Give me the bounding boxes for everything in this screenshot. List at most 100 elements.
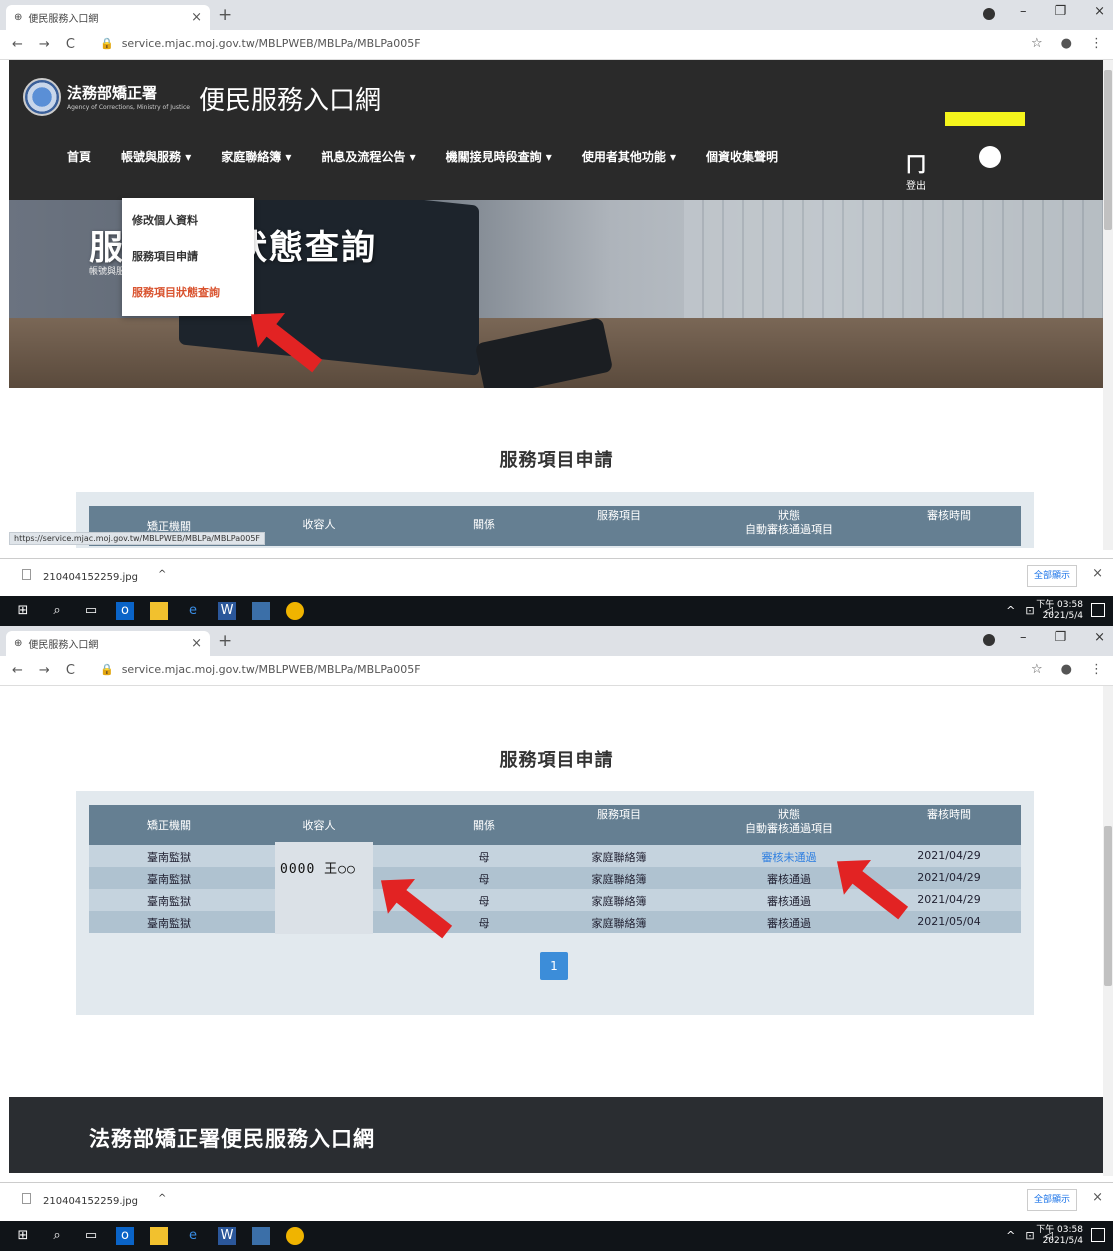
- site-footer: 法務部矯正署便民服務入口網: [9, 1097, 1104, 1173]
- td-review-time: 2021/05/04: [917, 915, 981, 928]
- browser-tab[interactable]: ⊕ 便民服務入口網 ×: [6, 5, 210, 30]
- close-window-icon[interactable]: ×: [1094, 4, 1105, 19]
- minimize-icon[interactable]: –: [1020, 630, 1027, 645]
- star-icon[interactable]: ☆: [1031, 36, 1043, 51]
- reload-icon[interactable]: C: [66, 663, 75, 678]
- menu-announcements[interactable]: 訊息及流程公告 ▾: [321, 148, 415, 165]
- scroll-thumb[interactable]: [1104, 70, 1112, 230]
- pagination-page-1[interactable]: 1: [540, 952, 568, 980]
- menu-visit-schedule[interactable]: 機關接見時段查詢 ▾: [446, 148, 552, 165]
- dropdown-service-apply[interactable]: 服務項目申請: [132, 248, 244, 284]
- menu-home[interactable]: 首頁: [67, 148, 91, 165]
- download-item[interactable]: 210404152259.jpg ^: [22, 569, 166, 583]
- profile-icon[interactable]: [983, 634, 995, 646]
- menu-account-services[interactable]: 帳號與服務 ▾: [121, 148, 191, 165]
- td-status-link[interactable]: 審核未通過: [729, 849, 849, 865]
- show-all-button[interactable]: 全部顯示: [1027, 1189, 1077, 1211]
- edge-icon[interactable]: e: [184, 1227, 202, 1245]
- notification-icon[interactable]: [1091, 603, 1105, 617]
- address-bar: ← → C 🔒 service.mjac.moj.gov.tw/MBLPWEB/M…: [0, 656, 1113, 686]
- close-download-bar-icon[interactable]: ×: [1092, 566, 1103, 581]
- photos-icon[interactable]: [252, 602, 270, 620]
- close-window-icon[interactable]: ×: [1094, 630, 1105, 645]
- td-status: 審核通過: [767, 917, 811, 930]
- restore-icon[interactable]: ❐: [1054, 4, 1066, 19]
- td-agency: 臺南監獄: [147, 917, 191, 930]
- scroll-thumb[interactable]: [1104, 826, 1112, 986]
- th-service: 服務項目: [597, 509, 641, 522]
- menu-dots-icon[interactable]: ⋮: [1090, 662, 1103, 677]
- windows-start-icon[interactable]: ⊞: [14, 602, 32, 620]
- td-review-time: 2021/04/29: [917, 893, 981, 906]
- td-service: 家庭聯絡簿: [591, 895, 647, 908]
- restore-icon[interactable]: ❐: [1054, 630, 1066, 645]
- close-icon[interactable]: ×: [191, 10, 202, 25]
- back-icon[interactable]: ←: [12, 37, 23, 52]
- account-icon[interactable]: ●: [1061, 662, 1072, 677]
- chevron-up-tray-icon[interactable]: ^: [1006, 1229, 1015, 1242]
- search-icon[interactable]: ⌕: [48, 1227, 66, 1245]
- url-field[interactable]: 🔒 service.mjac.moj.gov.tw/MBLPWEB/MBLPa/M…: [100, 663, 421, 676]
- show-all-button[interactable]: 全部顯示: [1027, 565, 1077, 587]
- chrome-icon[interactable]: [286, 1227, 304, 1245]
- page-scrollbar[interactable]: [1103, 686, 1113, 1176]
- window-controls: – ❐ ×: [1020, 4, 1105, 19]
- download-filename: 210404152259.jpg: [43, 572, 138, 583]
- clock[interactable]: 下午 03:58 2021/5/4: [1036, 600, 1083, 623]
- profile-icon[interactable]: [983, 8, 995, 20]
- file-explorer-icon[interactable]: [150, 602, 168, 620]
- star-icon[interactable]: ☆: [1031, 662, 1043, 677]
- menu-dots-icon[interactable]: ⋮: [1090, 36, 1103, 51]
- windows-start-icon[interactable]: ⊞: [14, 1227, 32, 1245]
- photos-icon[interactable]: [252, 1227, 270, 1245]
- clock[interactable]: 下午 03:58 2021/5/4: [1036, 1225, 1083, 1248]
- receiver-value: 0000 王○○: [280, 862, 356, 877]
- menu-user-functions[interactable]: 使用者其他功能 ▾: [582, 148, 676, 165]
- dropdown-service-status[interactable]: 服務項目狀態查詢: [132, 284, 244, 320]
- menu-family-contact[interactable]: 家庭聯絡簿 ▾: [221, 148, 291, 165]
- outlook-icon[interactable]: o: [116, 1227, 134, 1245]
- receiver-redaction: [275, 842, 373, 934]
- network-icon[interactable]: ⊡: [1025, 604, 1034, 617]
- network-icon[interactable]: ⊡: [1025, 1229, 1034, 1242]
- td-agency: 臺南監獄: [147, 851, 191, 864]
- chrome-icon[interactable]: [286, 602, 304, 620]
- file-explorer-icon[interactable]: [150, 1227, 168, 1245]
- account-icon[interactable]: ●: [1061, 36, 1072, 51]
- th-status-label: 狀態: [778, 509, 800, 522]
- chevron-up-icon[interactable]: ^: [158, 569, 166, 583]
- outlook-icon[interactable]: o: [116, 602, 134, 620]
- url-field[interactable]: 🔒 service.mjac.moj.gov.tw/MBLPWEB/MBLPa/M…: [100, 37, 421, 50]
- minimize-icon[interactable]: –: [1020, 4, 1027, 19]
- browser-tab[interactable]: ⊕ 便民服務入口網 ×: [6, 631, 210, 656]
- new-tab-icon[interactable]: +: [218, 631, 232, 651]
- user-button[interactable]: [979, 146, 1001, 168]
- chevron-up-icon[interactable]: ^: [158, 1193, 166, 1207]
- forward-icon[interactable]: →: [39, 663, 50, 678]
- logout-button[interactable]: 冂 登出: [906, 148, 926, 192]
- task-view-icon[interactable]: ▭: [82, 1227, 100, 1245]
- portal-title[interactable]: 便民服務入口網: [199, 80, 381, 117]
- word-icon[interactable]: W: [218, 602, 236, 620]
- notification-icon[interactable]: [1091, 1228, 1105, 1242]
- th-status-sub: 自動審核通過項目: [745, 822, 833, 836]
- download-filename: 210404152259.jpg: [43, 1196, 138, 1207]
- close-icon[interactable]: ×: [191, 636, 202, 651]
- word-icon[interactable]: W: [218, 1227, 236, 1245]
- redaction-highlight: [945, 112, 1025, 126]
- edge-icon[interactable]: e: [184, 602, 202, 620]
- agency-name: 法務部矯正署: [67, 84, 158, 102]
- dropdown-edit-profile[interactable]: 修改個人資料: [132, 212, 244, 248]
- new-tab-icon[interactable]: +: [218, 5, 232, 25]
- search-icon[interactable]: ⌕: [48, 602, 66, 620]
- forward-icon[interactable]: →: [39, 37, 50, 52]
- back-icon[interactable]: ←: [12, 663, 23, 678]
- page-scrollbar[interactable]: [1103, 60, 1113, 550]
- reload-icon[interactable]: C: [66, 37, 75, 52]
- task-view-icon[interactable]: ▭: [82, 602, 100, 620]
- close-download-bar-icon[interactable]: ×: [1092, 1190, 1103, 1205]
- nav-buttons: ← → C: [12, 37, 75, 52]
- menu-privacy[interactable]: 個資收集聲明: [706, 148, 778, 165]
- chevron-up-tray-icon[interactable]: ^: [1006, 604, 1015, 617]
- download-item[interactable]: 210404152259.jpg ^: [22, 1193, 166, 1207]
